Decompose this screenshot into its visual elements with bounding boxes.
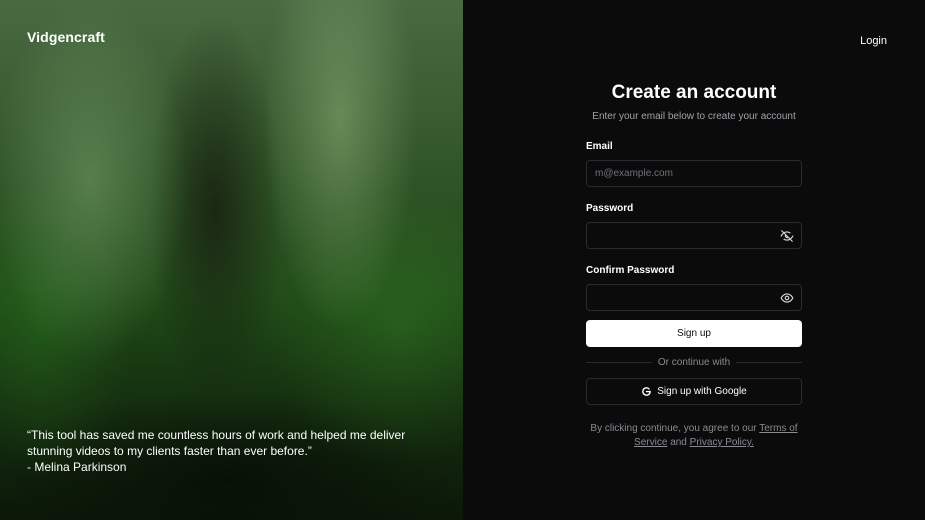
google-icon	[641, 386, 652, 397]
testimonial: “This tool has saved me countless hours …	[27, 427, 447, 475]
google-signup-label: Sign up with Google	[657, 386, 747, 397]
eye-icon[interactable]	[780, 292, 794, 304]
brand-logo[interactable]: Vidgencraft	[27, 29, 105, 45]
google-signup-button[interactable]: Sign up with Google	[586, 378, 802, 405]
password-field[interactable]	[587, 223, 801, 248]
testimonial-quote: “This tool has saved me countless hours …	[27, 428, 406, 458]
legal-prefix: By clicking continue, you agree to our	[590, 423, 757, 434]
legal-and: and	[670, 437, 687, 448]
email-field[interactable]	[587, 161, 801, 186]
divider-line-right	[736, 361, 803, 363]
testimonial-author: - Melina Parkinson	[27, 460, 127, 474]
legal-text: By clicking continue, you agree to our T…	[586, 422, 802, 450]
email-field-wrapper	[586, 160, 802, 187]
hero-image-panel: Vidgencraft “This tool has saved me coun…	[0, 0, 463, 520]
auth-panel: Login Create an account Enter your email…	[463, 0, 925, 520]
email-label: Email	[586, 141, 613, 152]
signup-button[interactable]: Sign up	[586, 320, 802, 347]
confirm-password-field-wrapper	[586, 284, 802, 311]
password-label: Password	[586, 203, 634, 214]
divider-line-left	[586, 361, 652, 363]
privacy-link[interactable]: Privacy Policy.	[690, 437, 754, 448]
divider: Or continue with	[586, 355, 803, 369]
password-field-wrapper	[586, 222, 802, 249]
signup-form: Create an account Enter your email below…	[586, 82, 803, 450]
divider-text: Or continue with	[657, 356, 731, 368]
login-link[interactable]: Login	[860, 35, 887, 47]
confirm-password-field[interactable]	[587, 285, 801, 310]
page-subtitle: Enter your email below to create your ac…	[592, 111, 796, 122]
page-title: Create an account	[611, 82, 777, 103]
confirm-password-label: Confirm Password	[586, 265, 675, 276]
eye-off-icon[interactable]	[780, 230, 794, 242]
